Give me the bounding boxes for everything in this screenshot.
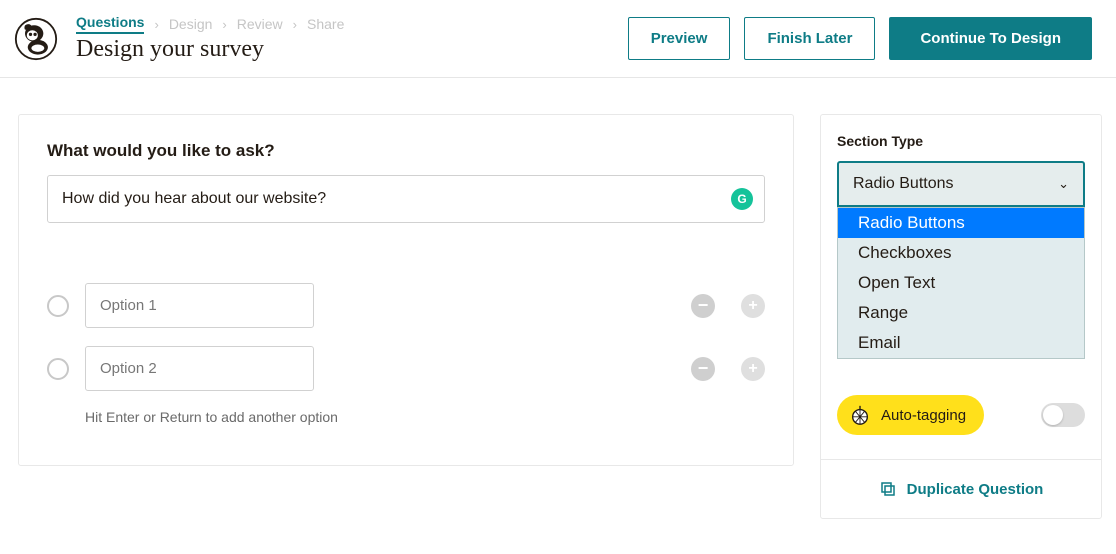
- dropdown-selected-label: Radio Buttons: [853, 175, 954, 193]
- continue-button[interactable]: Continue To Design: [889, 17, 1092, 60]
- breadcrumb-design[interactable]: Design: [169, 16, 213, 32]
- radio-icon: [47, 358, 69, 380]
- duplicate-icon: [879, 480, 897, 498]
- breadcrumb: Questions › Design › Review › Share: [76, 14, 610, 34]
- radio-icon: [47, 295, 69, 317]
- dropdown-item-range[interactable]: Range: [838, 298, 1084, 328]
- main-panel: What would you like to ask? G − + − + Hi…: [18, 114, 794, 466]
- disco-ball-icon: [849, 404, 871, 426]
- auto-tagging-row: Auto-tagging: [837, 377, 1085, 459]
- chevron-right-icon: ›: [222, 17, 226, 32]
- option-input-2[interactable]: [85, 346, 314, 391]
- question-label: What would you like to ask?: [47, 141, 765, 161]
- option-row: − +: [47, 346, 765, 391]
- dropdown-list: Radio Buttons Checkboxes Open Text Range…: [837, 207, 1085, 359]
- auto-tagging-label: Auto-tagging: [881, 407, 966, 424]
- header-buttons: Preview Finish Later Continue To Design: [628, 17, 1092, 60]
- duplicate-label: Duplicate Question: [907, 481, 1044, 498]
- grammarly-icon[interactable]: G: [731, 188, 753, 210]
- question-input[interactable]: [47, 175, 765, 223]
- chevron-right-icon: ›: [293, 17, 297, 32]
- breadcrumb-questions[interactable]: Questions: [76, 14, 144, 34]
- dropdown-item-checkboxes[interactable]: Checkboxes: [838, 238, 1084, 268]
- option-row: − +: [47, 283, 765, 328]
- section-type-dropdown: Radio Buttons ⌄ Radio Buttons Checkboxes…: [837, 161, 1085, 207]
- section-type-label: Section Type: [837, 133, 1085, 149]
- duplicate-question-button[interactable]: Duplicate Question: [837, 460, 1085, 518]
- chevron-down-icon: ⌄: [1058, 176, 1069, 192]
- dropdown-item-radio[interactable]: Radio Buttons: [838, 208, 1084, 238]
- auto-tagging-switch[interactable]: [1041, 403, 1085, 427]
- question-row: G: [47, 175, 765, 223]
- dropdown-selected[interactable]: Radio Buttons ⌄: [837, 161, 1085, 207]
- mailchimp-logo: [14, 17, 58, 61]
- remove-option-button[interactable]: −: [691, 294, 715, 318]
- content: What would you like to ask? G − + − + Hi…: [0, 78, 1116, 519]
- header: Questions › Design › Review › Share Desi…: [0, 0, 1116, 78]
- add-option-button[interactable]: +: [741, 294, 765, 318]
- chevron-right-icon: ›: [154, 17, 158, 32]
- dropdown-item-opentext[interactable]: Open Text: [838, 268, 1084, 298]
- dropdown-item-email[interactable]: Email: [838, 328, 1084, 358]
- option-hint: Hit Enter or Return to add another optio…: [85, 409, 765, 425]
- finish-later-button[interactable]: Finish Later: [744, 17, 875, 60]
- breadcrumb-share[interactable]: Share: [307, 16, 344, 32]
- add-option-button[interactable]: +: [741, 357, 765, 381]
- remove-option-button[interactable]: −: [691, 357, 715, 381]
- auto-tagging-pill[interactable]: Auto-tagging: [837, 395, 984, 435]
- side-panel: Section Type Toggle Other Option Radio B…: [820, 114, 1102, 519]
- page-title: Design your survey: [76, 36, 610, 63]
- option-input-1[interactable]: [85, 283, 314, 328]
- breadcrumb-review[interactable]: Review: [237, 16, 283, 32]
- header-left: Questions › Design › Review › Share Desi…: [76, 14, 610, 63]
- preview-button[interactable]: Preview: [628, 17, 731, 60]
